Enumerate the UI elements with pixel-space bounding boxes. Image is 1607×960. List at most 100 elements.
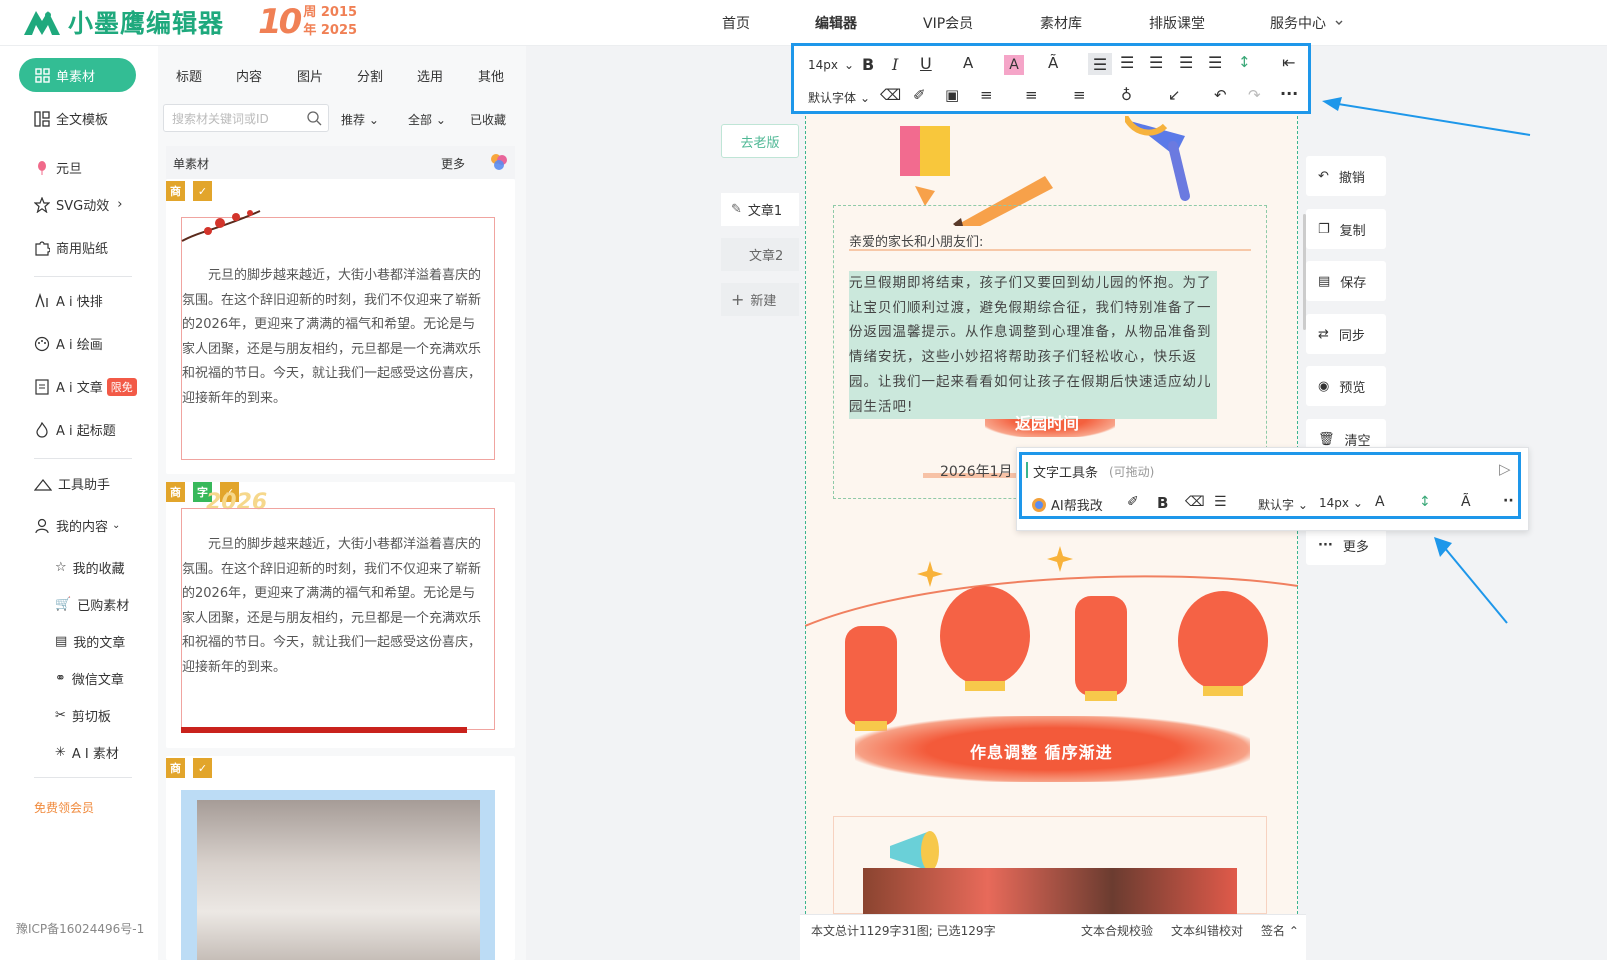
logo[interactable]: 小墨鹰编辑器: [22, 4, 224, 40]
leftnav-sub-ai-material[interactable]: ✳ A I 素材: [55, 743, 119, 762]
color-palette-icon[interactable]: [489, 152, 509, 172]
nav-layout-class[interactable]: 排版课堂: [1149, 13, 1205, 33]
leftnav-item-ai-draw[interactable]: A i 绘画: [34, 334, 103, 353]
font-color-icon[interactable]: A: [1375, 494, 1385, 510]
return-time-title[interactable]: 返园时间: [1015, 410, 1079, 434]
ai-edit-button[interactable]: AI帮我改: [1031, 495, 1103, 514]
play-icon[interactable]: ▷: [1499, 460, 1511, 478]
more-icon[interactable]: ··: [1503, 493, 1514, 509]
recommend-dropdown[interactable]: 推荐 ⌄: [341, 111, 379, 128]
leftnav-item-ai-article[interactable]: A i 文章 限免: [34, 377, 137, 396]
text-effect-icon[interactable]: Ã: [1048, 54, 1058, 72]
nav-home[interactable]: 首页: [722, 13, 750, 33]
material-card[interactable]: 商 ✓: [166, 756, 515, 960]
bold-icon[interactable]: B: [1157, 494, 1168, 512]
selected-paragraph[interactable]: 元旦假期即将结束，孩子们又要回到幼儿园的怀抱。为了让宝贝们顺利过渡，避免假期综合…: [849, 271, 1217, 420]
align-right-icon[interactable]: ☰: [1149, 53, 1163, 72]
more-link[interactable]: 更多: [441, 155, 465, 172]
italic-icon[interactable]: I: [892, 55, 898, 74]
tab-divider[interactable]: 分割: [357, 66, 383, 85]
format-brush-icon[interactable]: ✐: [913, 86, 926, 104]
doc-tab-1[interactable]: ✎ 文章1: [721, 193, 799, 226]
font-color-icon[interactable]: A: [963, 54, 973, 72]
leftnav-item-my-content[interactable]: 我的内容 ⌄: [34, 516, 120, 535]
nav-materials[interactable]: 素材库: [1040, 13, 1082, 33]
leftnav-sub-wechat[interactable]: ⚭ 微信文章: [55, 669, 124, 688]
size-dropdown[interactable]: 14px ⌄: [1319, 496, 1363, 510]
margin-icon[interactable]: ≡: [1073, 86, 1086, 104]
tab-selected[interactable]: 选用: [417, 66, 443, 85]
bold-icon[interactable]: B: [862, 55, 874, 74]
proofread-button[interactable]: 文本纠错校对: [1171, 922, 1243, 939]
text-effect-icon[interactable]: Ã: [1461, 494, 1471, 510]
font-size-dropdown[interactable]: 14px ⌄: [808, 58, 854, 72]
nav-vip[interactable]: VIP会员: [923, 13, 973, 33]
more-icon[interactable]: ···: [1280, 84, 1298, 103]
undo-button[interactable]: ↶ 撤销: [1306, 156, 1386, 196]
drag-handle[interactable]: [1026, 462, 1028, 478]
word-count: 本文总计1129字31图; 已选129字: [811, 924, 996, 938]
material-card[interactable]: 商 ✓ 元旦的脚步越来越近，大街小巷都洋溢着喜庆的氛围。在这个辞旧迎新的时刻，我…: [166, 179, 515, 474]
leftnav-item-svg[interactable]: SVG动效 ›: [34, 195, 122, 214]
tab-title[interactable]: 标题: [176, 66, 202, 85]
paragraph-spacing-icon[interactable]: ≡: [980, 86, 993, 104]
tab-content[interactable]: 内容: [236, 66, 262, 85]
leftnav-item-new-year[interactable]: 元旦: [34, 158, 82, 177]
new-doc-button[interactable]: + 新建: [721, 283, 799, 316]
font-family-dropdown[interactable]: 默认字体 ⌄: [808, 89, 870, 106]
nav-editor[interactable]: 编辑器: [815, 13, 857, 33]
preview-button[interactable]: ◉ 预览: [1306, 366, 1386, 406]
leftnav-sub-my-articles[interactable]: ▤ 我的文章: [55, 632, 125, 651]
date-text[interactable]: 2026年1月: [940, 461, 1013, 481]
format-brush-icon[interactable]: ✐: [1127, 494, 1139, 510]
leftnav-sub-purchased[interactable]: 🛒 已购素材: [55, 595, 129, 614]
align-left-icon[interactable]: ☰: [1088, 53, 1112, 75]
greeting-text[interactable]: 亲爱的家长和小朋友们:: [849, 231, 983, 250]
eraser-icon[interactable]: ⌫: [880, 86, 901, 104]
search-input[interactable]: 搜索材关键词或ID: [163, 104, 329, 132]
image-icon[interactable]: ▣: [945, 86, 959, 104]
more-button[interactable]: ··· 更多: [1306, 525, 1386, 565]
align-center-icon[interactable]: ☰: [1120, 53, 1134, 72]
leftnav-item-stickers[interactable]: 商用贴纸: [34, 238, 108, 257]
leftnav-item-tools[interactable]: 工具助手: [34, 474, 110, 493]
undo-icon[interactable]: ↶: [1214, 86, 1227, 104]
divider-line-icon[interactable]: ≡: [1025, 86, 1038, 104]
favorited-filter[interactable]: 已收藏: [470, 111, 506, 128]
leftnav-item-full-template[interactable]: 全文模板: [34, 109, 108, 128]
lightbulb-icon[interactable]: ♁: [1121, 86, 1132, 104]
compliance-check-button[interactable]: 文本合规校验: [1081, 922, 1153, 939]
leftnav-sub-favorites[interactable]: ☆ 我的收藏: [55, 558, 125, 577]
eraser-icon[interactable]: ⌫: [1185, 494, 1205, 510]
save-button[interactable]: ▤ 保存: [1306, 261, 1386, 301]
leftnav-item-single-material[interactable]: 单素材: [19, 58, 136, 92]
search-icon[interactable]: [307, 111, 322, 126]
font-dropdown[interactable]: 默认字 ⌄: [1258, 496, 1308, 513]
redo-icon[interactable]: ↷: [1248, 86, 1261, 104]
old-version-button[interactable]: 去老版: [721, 124, 799, 158]
sync-button[interactable]: ⇄ 同步: [1306, 314, 1386, 354]
icp-text[interactable]: 豫ICP备16024496号-1: [16, 920, 144, 937]
material-card[interactable]: 商 字 ✓ 2026 元旦的脚步越来越近，大街小巷都洋溢着喜庆的氛围。在这个辞旧…: [166, 482, 515, 748]
free-vip-link[interactable]: 免费领会员: [34, 799, 94, 816]
align-icon[interactable]: ☰: [1214, 494, 1227, 510]
arrow-icon[interactable]: ↙: [1168, 86, 1181, 104]
leftnav-sub-clipboard[interactable]: ✂ 剪切板: [55, 706, 111, 725]
indent-icon[interactable]: ☰: [1208, 53, 1222, 72]
signature-button[interactable]: 签名 ⌃: [1261, 922, 1299, 939]
align-justify-icon[interactable]: ☰: [1179, 53, 1193, 72]
copy-button[interactable]: ❐ 复制: [1306, 209, 1386, 249]
tab-image[interactable]: 图片: [297, 66, 323, 85]
leftnav-item-ai-title[interactable]: A i 起标题: [34, 420, 116, 439]
underline-icon[interactable]: U: [920, 54, 932, 73]
leftnav-item-ai-layout[interactable]: A i 快排: [34, 291, 103, 310]
tab-other[interactable]: 其他: [478, 66, 504, 85]
exit-icon[interactable]: ⇤: [1282, 53, 1295, 72]
all-dropdown[interactable]: 全部 ⌄: [408, 111, 446, 128]
doc-tab-2[interactable]: 文章2: [721, 238, 799, 271]
banner-title[interactable]: 作息调整 循序渐进: [970, 739, 1113, 763]
line-height-icon[interactable]: ↕: [1419, 494, 1431, 510]
nav-service-center[interactable]: 服务中心: [1270, 13, 1344, 33]
line-height-icon[interactable]: ↕: [1238, 53, 1251, 71]
bg-color-icon[interactable]: A: [1004, 55, 1024, 75]
